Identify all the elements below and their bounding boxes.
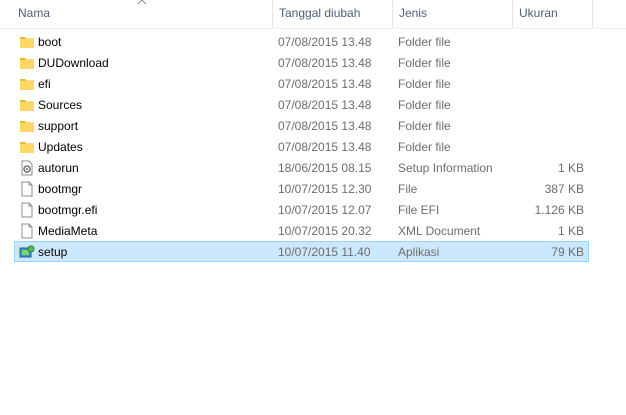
folder-icon	[19, 97, 35, 113]
file-type: File	[398, 182, 418, 196]
file-type: Folder file	[398, 98, 451, 112]
file-date: 10/07/2015 11.40	[278, 245, 371, 259]
file-name: bootmgr	[38, 182, 83, 196]
folder-icon	[19, 55, 35, 71]
file-size: 79 KB	[551, 245, 584, 259]
column-header-bar: Nama Tanggal diubah Jenis Ukuran	[0, 0, 626, 29]
file-icon	[19, 223, 35, 239]
file-date: 18/06/2015 08.15	[278, 161, 372, 175]
file-row[interactable]: MediaMeta 10/07/2015 20.32 XML Document 1 K…	[14, 220, 589, 241]
file-row[interactable]: boot 07/08/2015 13.48 Folder file	[14, 31, 589, 52]
file-row[interactable]: support 07/08/2015 13.48 Folder file	[14, 115, 589, 136]
file-name: bootmgr.efi	[38, 203, 98, 217]
file-size: 1.126 KB	[534, 203, 584, 217]
file-date: 10/07/2015 20.32	[278, 224, 372, 238]
folder-icon	[19, 34, 35, 50]
file-icon	[19, 202, 35, 218]
sort-ascending-icon	[137, 0, 147, 5]
file-type: File EFI	[398, 203, 440, 217]
file-type: Folder file	[398, 35, 451, 49]
file-name: efi	[38, 77, 51, 91]
file-type: Folder file	[398, 77, 451, 91]
file-row[interactable]: autorun 18/06/2015 08.15 Setup Information…	[14, 157, 589, 178]
file-type: Folder file	[398, 119, 451, 133]
setup-app-icon	[19, 244, 35, 260]
file-name: support	[38, 119, 79, 133]
file-date: 10/07/2015 12.30	[278, 182, 372, 196]
file-row[interactable]: bootmgr.efi 10/07/2015 12.07 File EFI 1.126…	[14, 199, 589, 220]
file-type: Folder file	[398, 56, 451, 70]
folder-icon	[19, 139, 35, 155]
file-name: DUDownload	[38, 56, 109, 70]
file-name: Sources	[38, 98, 83, 112]
file-size: 387 KB	[544, 182, 584, 196]
settings-file-icon	[19, 160, 35, 176]
file-name: autorun	[38, 161, 79, 175]
file-row[interactable]: bootmgr 10/07/2015 12.30 File 387 KB	[14, 178, 589, 199]
folder-icon	[19, 76, 35, 92]
file-date: 07/08/2015 13.48	[278, 98, 372, 112]
file-row[interactable]: Updates 07/08/2015 13.48 Folder file	[14, 136, 589, 157]
file-date: 10/07/2015 12.07	[278, 203, 372, 217]
file-type: Folder file	[398, 140, 451, 154]
file-row[interactable]: setup 10/07/2015 11.40 Aplikasi 79 KB	[14, 241, 589, 262]
file-date: 07/08/2015 13.48	[278, 140, 372, 154]
column-header-size[interactable]: Ukuran	[512, 0, 592, 28]
file-row[interactable]: DUDownload 07/08/2015 13.48 Folder file	[14, 52, 589, 73]
file-row[interactable]: Sources 07/08/2015 13.48 Folder file	[14, 94, 589, 115]
file-size: 1 KB	[557, 161, 584, 175]
file-name: boot	[38, 35, 62, 49]
file-icon	[19, 181, 35, 197]
file-name: Updates	[38, 140, 83, 154]
file-type: XML Document	[398, 224, 481, 238]
file-name: setup	[38, 245, 68, 259]
file-size: 1 KB	[557, 224, 584, 238]
file-date: 07/08/2015 13.48	[278, 119, 372, 133]
file-list: boot 07/08/2015 13.48 Folder file DUDownloa…	[14, 31, 589, 262]
folder-icon	[19, 118, 35, 134]
column-header-type[interactable]: Jenis	[392, 0, 512, 28]
file-name: MediaMeta	[38, 224, 98, 238]
file-row[interactable]: efi 07/08/2015 13.48 Folder file	[14, 73, 589, 94]
file-date: 07/08/2015 13.48	[278, 77, 372, 91]
file-date: 07/08/2015 13.48	[278, 35, 372, 49]
file-date: 07/08/2015 13.48	[278, 56, 372, 70]
file-type: Aplikasi	[398, 245, 440, 259]
column-header-divider	[592, 0, 626, 28]
file-type: Setup Information	[398, 161, 493, 175]
column-header-date[interactable]: Tanggal diubah	[272, 0, 392, 28]
